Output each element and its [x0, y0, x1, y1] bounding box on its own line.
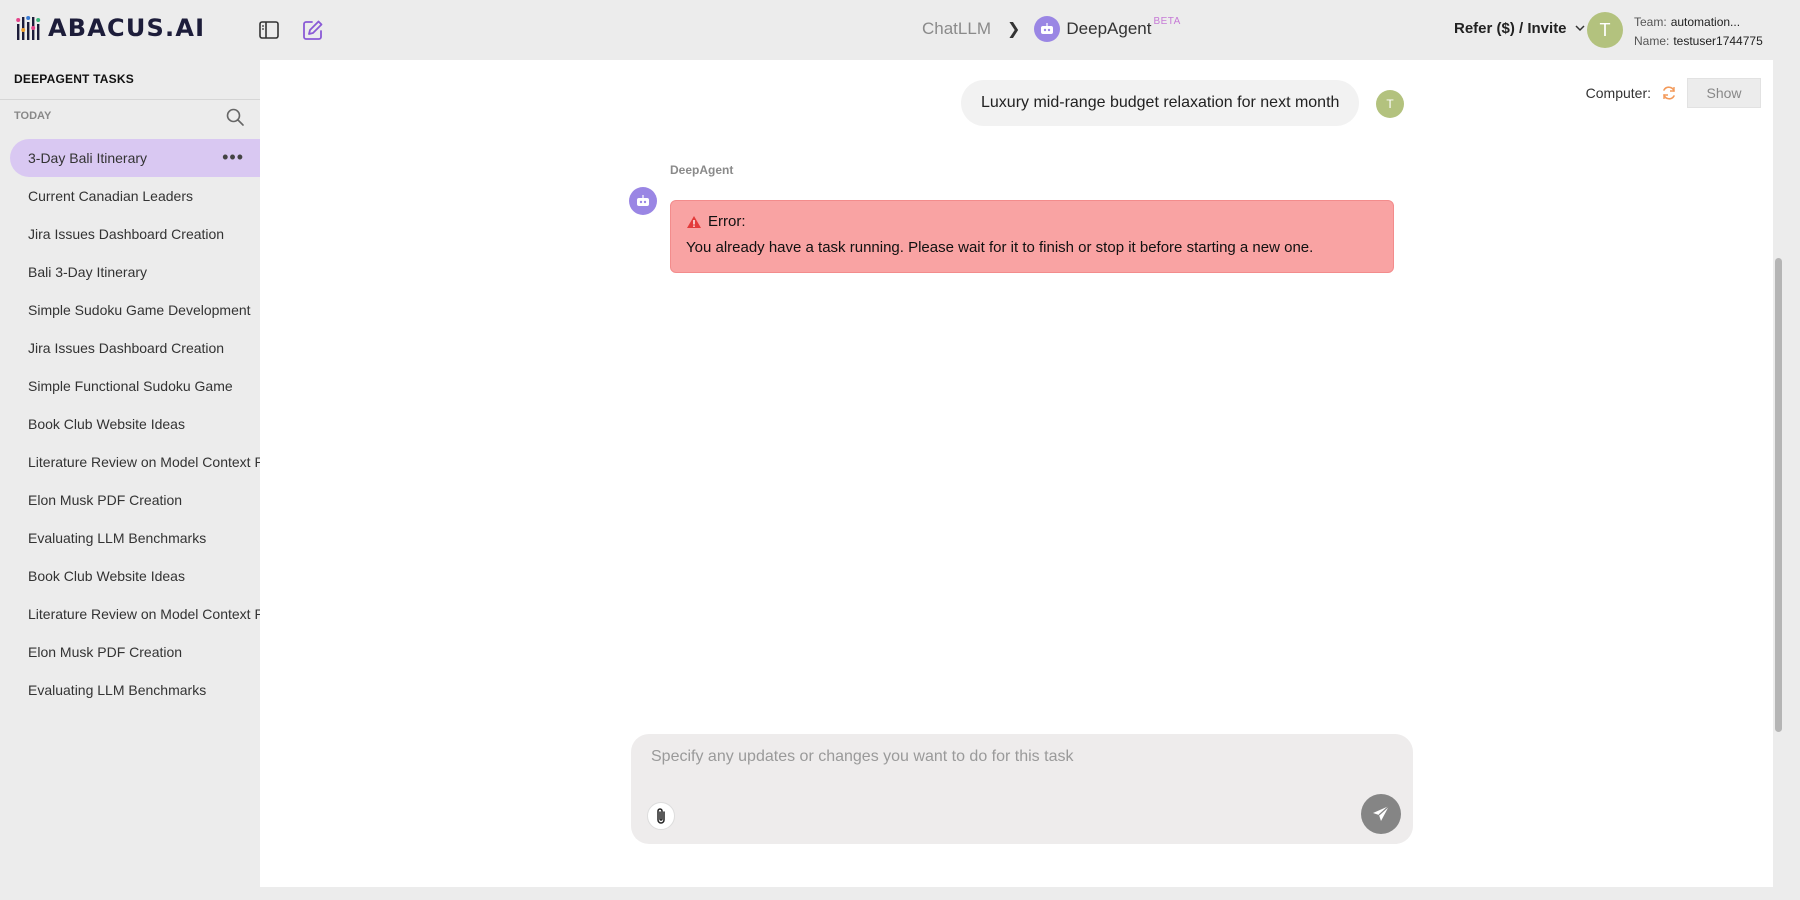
- user-avatar[interactable]: T: [1587, 12, 1623, 48]
- sidebar: DEEPAGENT TASKS TODAY 3-Day Bali Itinera…: [0, 60, 260, 900]
- chevron-down-icon: [1575, 25, 1585, 32]
- error-message-box: Error: You already have a task running. …: [670, 200, 1394, 273]
- refer-invite-label: Refer ($) / Invite: [1454, 20, 1567, 37]
- task-item[interactable]: Evaluating LLM Benchmarks: [0, 519, 260, 557]
- error-text: You already have a task running. Please …: [686, 239, 1314, 256]
- team-label: Team:: [1634, 15, 1667, 29]
- task-label: Evaluating LLM Benchmarks: [28, 682, 207, 698]
- section-today: TODAY: [14, 110, 52, 122]
- send-button[interactable]: [1361, 794, 1401, 834]
- task-item[interactable]: Literature Review on Model Context P: [0, 443, 260, 481]
- beta-badge: BETA: [1153, 15, 1181, 27]
- user-message-bubble: Luxury mid-range budget relaxation for n…: [961, 80, 1360, 126]
- task-label: Current Canadian Leaders: [28, 188, 193, 204]
- robot-icon: [1034, 16, 1061, 42]
- task-item-active[interactable]: 3-Day Bali Itinerary •••: [10, 139, 260, 177]
- user-info[interactable]: Team: automation... Name: testuser1744775: [1634, 13, 1774, 51]
- search-icon[interactable]: [225, 107, 245, 127]
- toggle-sidebar-icon[interactable]: [257, 18, 281, 42]
- task-item[interactable]: Book Club Website Ideas: [0, 557, 260, 595]
- task-item[interactable]: Literature Review on Model Context P: [0, 595, 260, 633]
- name-value: testuser1744775: [1673, 34, 1763, 48]
- task-label: Elon Musk PDF Creation: [28, 492, 183, 508]
- task-label: Jira Issues Dashboard Creation: [28, 226, 225, 242]
- task-item[interactable]: Current Canadian Leaders: [0, 177, 260, 215]
- name-label: Name:: [1634, 34, 1670, 48]
- task-label: Bali 3-Day Itinerary: [28, 264, 148, 280]
- task-item[interactable]: Book Club Website Ideas: [0, 405, 260, 443]
- task-label: 3-Day Bali Itinerary: [28, 150, 148, 166]
- sidebar-title: DEEPAGENT TASKS: [14, 72, 134, 86]
- sidebar-divider: [0, 99, 260, 100]
- scrollbar-thumb[interactable]: [1775, 258, 1782, 732]
- chat-panel: Computer: Show Luxury mid-range budget r…: [260, 60, 1777, 887]
- task-item[interactable]: Jira Issues Dashboard Creation: [0, 329, 260, 367]
- breadcrumb: ChatLLM ❯ DeepAgent BETA: [922, 16, 1181, 42]
- task-label: Literature Review on Model Context P: [28, 606, 260, 622]
- error-header: Error:: [686, 213, 1378, 230]
- task-label: Jira Issues Dashboard Creation: [28, 340, 225, 356]
- show-computer-button[interactable]: Show: [1687, 78, 1761, 108]
- task-item[interactable]: Jira Issues Dashboard Creation: [0, 215, 260, 253]
- chevron-right-icon: ❯: [1006, 21, 1021, 38]
- brand-name: ABACUS.AI: [48, 14, 206, 42]
- task-item[interactable]: Simple Functional Sudoku Game: [0, 367, 260, 405]
- task-label: Literature Review on Model Context P: [28, 454, 260, 470]
- computer-status: Computer: Show: [1586, 78, 1761, 108]
- user-message-avatar: T: [1376, 90, 1404, 118]
- task-item[interactable]: Evaluating LLM Benchmarks: [0, 671, 260, 709]
- more-options-icon[interactable]: •••: [222, 147, 244, 168]
- top-bar: ABACUS.AI ChatLLM ❯ DeepAgent BETA Refer…: [0, 0, 1800, 60]
- agent-name-label: DeepAgent: [670, 163, 734, 177]
- task-label: Simple Functional Sudoku Game: [28, 378, 233, 394]
- task-item[interactable]: Elon Musk PDF Creation: [0, 481, 260, 519]
- task-label: Book Club Website Ideas: [28, 568, 185, 584]
- error-title: Error:: [708, 213, 746, 230]
- task-label: Book Club Website Ideas: [28, 416, 185, 432]
- attach-file-button[interactable]: [647, 802, 675, 830]
- agent-robot-icon: [629, 187, 657, 215]
- task-update-input[interactable]: [651, 748, 1391, 788]
- task-label: Evaluating LLM Benchmarks: [28, 530, 207, 546]
- abacus-logo-icon: [16, 16, 41, 40]
- breadcrumb-root[interactable]: ChatLLM: [922, 19, 991, 39]
- team-value: automation...: [1670, 15, 1741, 29]
- computer-label: Computer:: [1585, 85, 1651, 101]
- task-label: Elon Musk PDF Creation: [28, 644, 183, 660]
- warning-icon: [687, 215, 701, 228]
- task-label: Simple Sudoku Game Development: [28, 302, 251, 318]
- message-composer: [631, 734, 1413, 844]
- new-task-edit-icon[interactable]: [301, 18, 325, 42]
- send-icon: [1373, 805, 1390, 821]
- task-item[interactable]: Elon Musk PDF Creation: [0, 633, 260, 671]
- abacus-logo[interactable]: ABACUS.AI: [16, 14, 205, 42]
- task-item[interactable]: Simple Sudoku Game Development: [0, 291, 260, 329]
- refer-invite-button[interactable]: Refer ($) / Invite: [1454, 20, 1585, 37]
- task-item[interactable]: Bali 3-Day Itinerary: [0, 253, 260, 291]
- paperclip-icon: [657, 808, 665, 824]
- breadcrumb-current: DeepAgent: [1066, 19, 1152, 38]
- refresh-spinner-icon: [1663, 86, 1675, 100]
- task-list: 3-Day Bali Itinerary ••• Current Canadian…: [0, 139, 260, 709]
